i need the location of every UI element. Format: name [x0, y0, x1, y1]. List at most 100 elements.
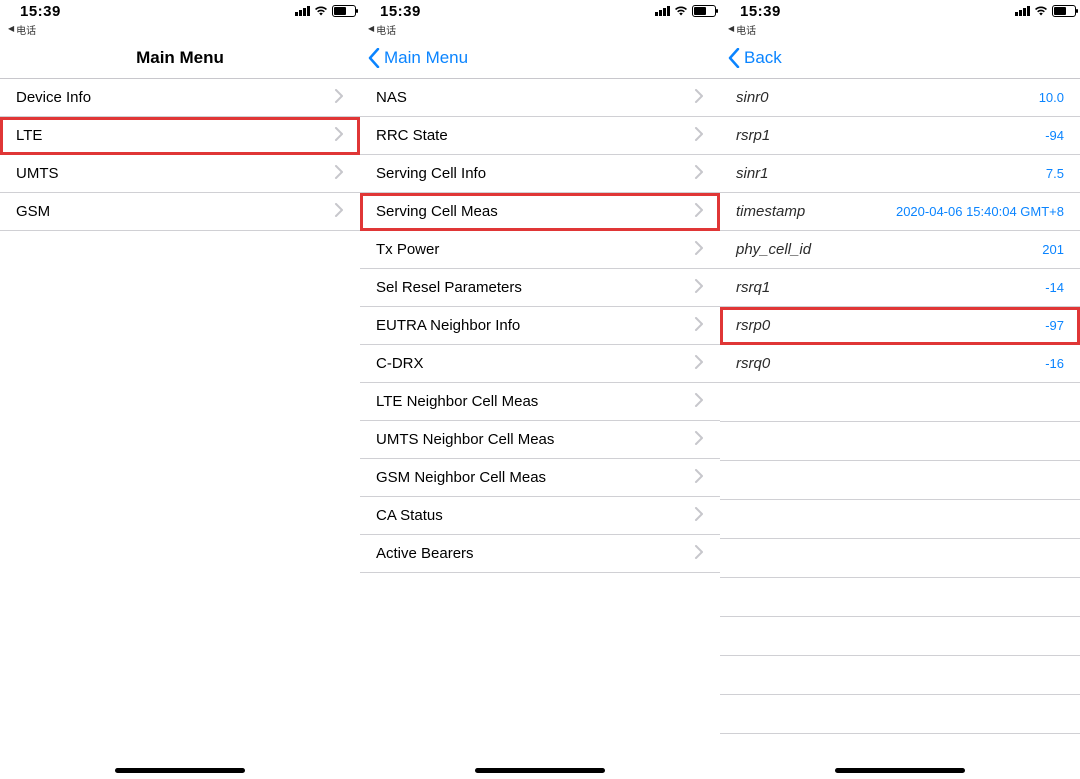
battery-icon — [1052, 5, 1076, 17]
status-indicators — [1015, 5, 1076, 17]
breadcrumb-arrow-icon: ◀ — [368, 24, 374, 33]
menu-list: NAS RRC State Serving Cell Info Serving Cel… — [360, 79, 720, 779]
phone-2: 15:39 ◀ 电话 Main Menu NAS RRC State Serving… — [360, 0, 720, 779]
chevron-right-icon — [694, 393, 704, 410]
empty-row — [720, 422, 1080, 461]
menu-item-label: GSM Neighbor Cell Meas — [376, 469, 694, 486]
detail-value: -14 — [1045, 280, 1064, 295]
status-bar: 15:39 — [720, 0, 1080, 22]
detail-value: 10.0 — [1039, 90, 1064, 105]
detail-row-rsrp1: rsrp1-94 — [720, 117, 1080, 155]
detail-label: rsrq0 — [736, 355, 1045, 372]
app-return-breadcrumb[interactable]: ◀ 电话 — [0, 22, 360, 38]
home-indicator[interactable] — [835, 768, 965, 773]
detail-row-sinr1: sinr17.5 — [720, 155, 1080, 193]
chevron-right-icon — [694, 317, 704, 334]
menu-item-label: EUTRA Neighbor Info — [376, 317, 694, 334]
app-return-breadcrumb[interactable]: ◀ 电话 — [360, 22, 720, 38]
empty-row — [720, 539, 1080, 578]
detail-row-timestamp: timestamp2020-04-06 15:40:04 GMT+8 — [720, 193, 1080, 231]
menu-item-label: UMTS — [16, 165, 334, 182]
menu-item-label: C-DRX — [376, 355, 694, 372]
three-phone-composite: 15:39 ◀ 电话 Main Menu Device Info LTE UMTS G… — [0, 0, 1080, 779]
app-return-breadcrumb[interactable]: ◀ 电话 — [720, 22, 1080, 38]
detail-value: -94 — [1045, 128, 1064, 143]
menu-item-c-drx[interactable]: C-DRX — [360, 345, 720, 383]
menu-item-lte[interactable]: LTE — [0, 117, 360, 155]
status-time: 15:39 — [380, 3, 421, 20]
wifi-icon — [314, 5, 328, 17]
menu-item-device-info[interactable]: Device Info — [0, 79, 360, 117]
empty-row — [720, 617, 1080, 656]
detail-value: -16 — [1045, 356, 1064, 371]
back-button[interactable]: Main Menu — [360, 48, 468, 68]
menu-item-umts[interactable]: UMTS — [0, 155, 360, 193]
battery-icon — [332, 5, 356, 17]
breadcrumb-label: 电话 — [376, 22, 396, 37]
chevron-right-icon — [694, 355, 704, 372]
breadcrumb-arrow-icon: ◀ — [8, 24, 14, 33]
detail-label: sinr0 — [736, 89, 1039, 106]
detail-value: 201 — [1042, 242, 1064, 257]
menu-item-label: Serving Cell Meas — [376, 203, 694, 220]
chevron-right-icon — [694, 545, 704, 562]
status-indicators — [655, 5, 716, 17]
empty-row — [720, 383, 1080, 422]
back-button[interactable]: Back — [720, 48, 782, 68]
detail-label: phy_cell_id — [736, 241, 1042, 258]
menu-item-rrc-state[interactable]: RRC State — [360, 117, 720, 155]
menu-item-gsm-neighbor-cell-meas[interactable]: GSM Neighbor Cell Meas — [360, 459, 720, 497]
menu-item-serving-cell-info[interactable]: Serving Cell Info — [360, 155, 720, 193]
menu-item-label: LTE — [16, 127, 334, 144]
empty-row — [720, 695, 1080, 734]
menu-item-label: GSM — [16, 203, 334, 220]
menu-item-tx-power[interactable]: Tx Power — [360, 231, 720, 269]
breadcrumb-label: 电话 — [736, 22, 756, 37]
empty-row — [720, 656, 1080, 695]
menu-item-active-bearers[interactable]: Active Bearers — [360, 535, 720, 573]
detail-label: rsrq1 — [736, 279, 1045, 296]
status-time: 15:39 — [20, 3, 61, 20]
detail-label: rsrp1 — [736, 127, 1045, 144]
menu-item-label: LTE Neighbor Cell Meas — [376, 393, 694, 410]
menu-item-eutra-neighbor-info[interactable]: EUTRA Neighbor Info — [360, 307, 720, 345]
menu-item-umts-neighbor-cell-meas[interactable]: UMTS Neighbor Cell Meas — [360, 421, 720, 459]
breadcrumb-arrow-icon: ◀ — [728, 24, 734, 33]
menu-item-label: Serving Cell Info — [376, 165, 694, 182]
menu-list: Device Info LTE UMTS GSM — [0, 79, 360, 779]
chevron-right-icon — [694, 165, 704, 182]
menu-item-ca-status[interactable]: CA Status — [360, 497, 720, 535]
empty-row — [720, 578, 1080, 617]
cell-signal-icon — [1015, 6, 1030, 16]
status-indicators — [295, 5, 356, 17]
detail-label: timestamp — [736, 203, 896, 220]
menu-item-label: Device Info — [16, 89, 334, 106]
chevron-right-icon — [334, 127, 344, 144]
home-indicator[interactable] — [115, 768, 245, 773]
home-indicator[interactable] — [475, 768, 605, 773]
empty-row — [720, 500, 1080, 539]
status-bar: 15:39 — [0, 0, 360, 22]
menu-item-lte-neighbor-cell-meas[interactable]: LTE Neighbor Cell Meas — [360, 383, 720, 421]
chevron-right-icon — [334, 165, 344, 182]
cell-signal-icon — [295, 6, 310, 16]
menu-item-label: Active Bearers — [376, 545, 694, 562]
menu-item-label: Tx Power — [376, 241, 694, 258]
chevron-right-icon — [694, 127, 704, 144]
menu-item-gsm[interactable]: GSM — [0, 193, 360, 231]
menu-item-nas[interactable]: NAS — [360, 79, 720, 117]
menu-item-serving-cell-meas[interactable]: Serving Cell Meas — [360, 193, 720, 231]
chevron-right-icon — [694, 89, 704, 106]
chevron-right-icon — [694, 507, 704, 524]
chevron-right-icon — [694, 279, 704, 296]
battery-icon — [692, 5, 716, 17]
menu-item-sel-resel-parameters[interactable]: Sel Resel Parameters — [360, 269, 720, 307]
nav-bar: Main Menu — [0, 38, 360, 79]
menu-item-label: RRC State — [376, 127, 694, 144]
detail-value: -97 — [1045, 318, 1064, 333]
detail-list: sinr010.0rsrp1-94sinr17.5timestamp2020-0… — [720, 79, 1080, 779]
status-time: 15:39 — [740, 3, 781, 20]
menu-item-label: Sel Resel Parameters — [376, 279, 694, 296]
detail-row-rsrq0: rsrq0-16 — [720, 345, 1080, 383]
page-title: Main Menu — [0, 48, 360, 68]
